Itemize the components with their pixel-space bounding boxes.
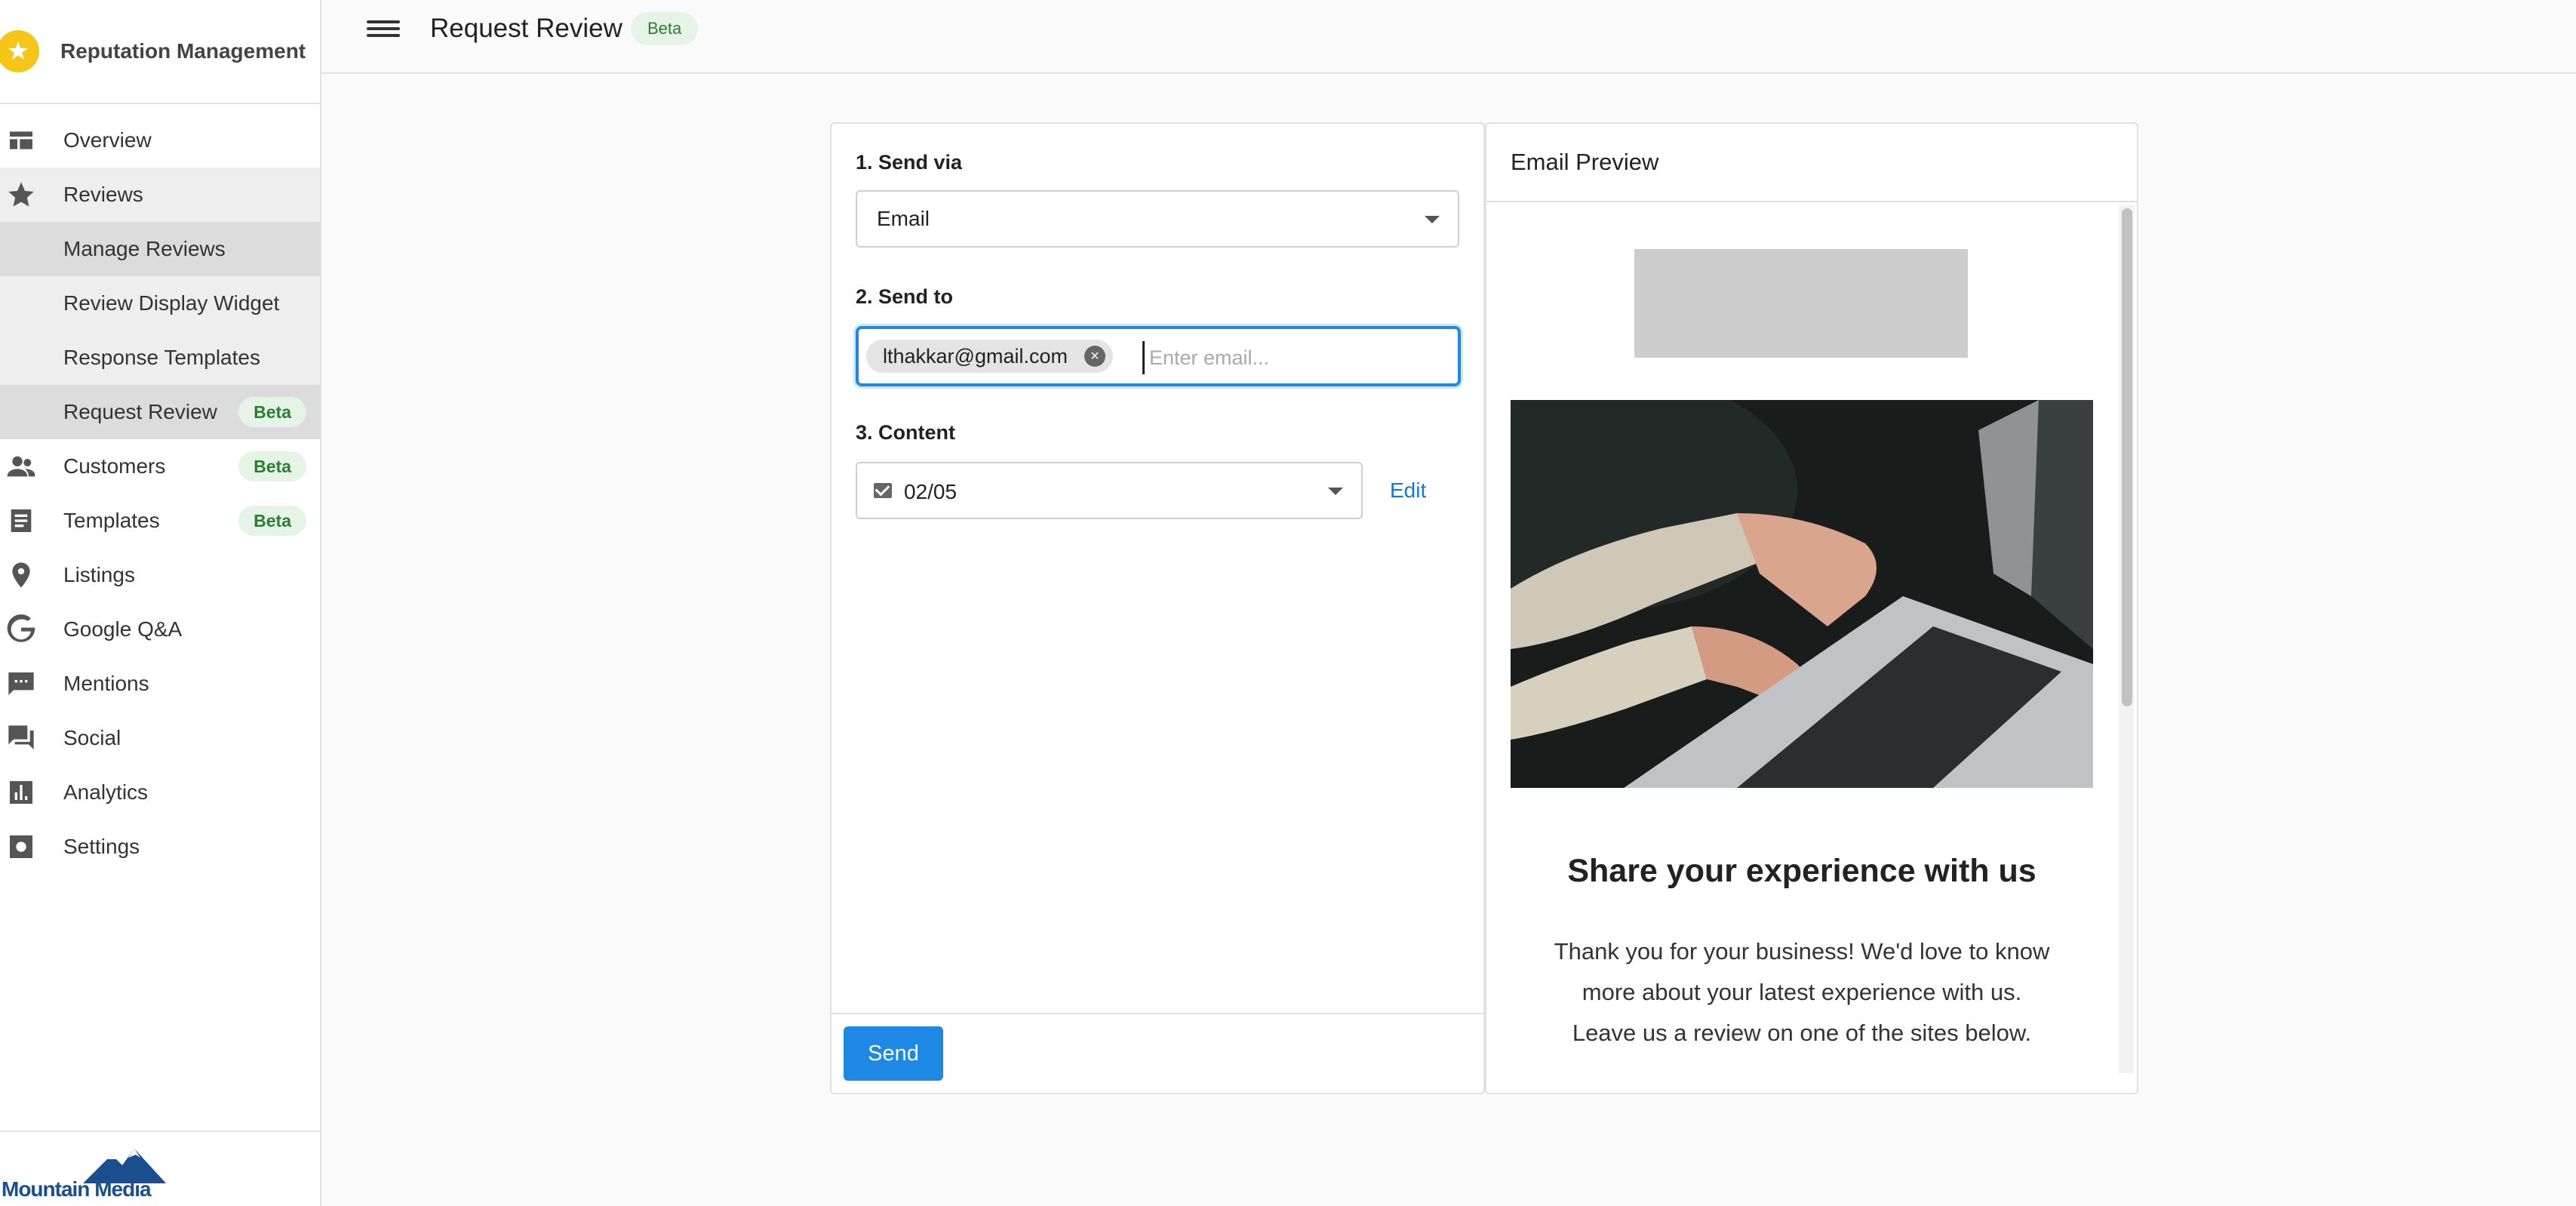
- email-input[interactable]: [1142, 341, 1444, 374]
- hero-image: [1511, 400, 2093, 788]
- chevron-down-icon: [1425, 216, 1440, 223]
- email-body-text: Thank you for your business! We'd love t…: [1554, 938, 2050, 1046]
- sidebar-item-google-qa[interactable]: Google Q&A: [0, 602, 320, 657]
- star-logo-icon: ★: [0, 30, 39, 72]
- sidebar-item-label: Settings: [63, 835, 140, 858]
- sidebar-item-templates[interactable]: Templates Beta: [0, 494, 320, 548]
- sidebar-item-analytics[interactable]: Analytics: [0, 765, 320, 820]
- sidebar-item-response-templates[interactable]: Response Templates: [0, 331, 320, 385]
- recipient-email: lthakkar@gmail.com: [883, 344, 1068, 368]
- beta-badge: Beta: [631, 12, 699, 45]
- sidebar-item-label: Request Review: [63, 400, 217, 423]
- edit-content-link[interactable]: Edit: [1390, 478, 1426, 503]
- sidebar-item-label: Templates: [63, 509, 160, 532]
- sidebar-item-label: Analytics: [63, 780, 149, 804]
- bar-chart-icon: [5, 776, 38, 809]
- laptop-typing-image: [1511, 400, 2093, 788]
- sidebar-item-label: Response Templates: [63, 346, 260, 369]
- sidebar-item-label: Customers: [63, 454, 166, 478]
- sidebar-footer: Mountain Media: [0, 1131, 320, 1206]
- content-select[interactable]: 02/05: [856, 462, 1363, 519]
- sidebar-nav: Overview Reviews Manage Reviews Review D…: [0, 104, 320, 874]
- google-icon: [5, 613, 38, 646]
- location-pin-icon: [5, 558, 38, 592]
- email-preview-panel: Email Preview Share your experience with…: [1485, 122, 2138, 1094]
- sidebar-item-label: Listings: [63, 563, 135, 586]
- sidebar-item-request-review[interactable]: Request Review Beta: [0, 385, 320, 439]
- document-icon: [5, 504, 38, 537]
- sidebar: ★ Reputation Management Overview Reviews…: [0, 0, 321, 1206]
- sidebar-item-label: Overview: [63, 128, 152, 152]
- sidebar-item-settings[interactable]: Settings: [0, 820, 320, 874]
- sidebar-item-social[interactable]: Social: [0, 711, 320, 765]
- brand-header: ★ Reputation Management: [0, 0, 320, 104]
- sidebar-item-review-display-widget[interactable]: Review Display Widget: [0, 276, 320, 331]
- sidebar-item-label: Reviews: [63, 183, 143, 206]
- sidebar-item-label: Manage Reviews: [63, 237, 226, 260]
- send-button[interactable]: Send: [844, 1026, 943, 1081]
- star-icon: [5, 178, 38, 211]
- sidebar-item-label: Mentions: [63, 672, 149, 695]
- sidebar-item-overview[interactable]: Overview: [0, 113, 320, 168]
- email-heading: Share your experience with us: [1567, 853, 2037, 889]
- sidebar-item-manage-reviews[interactable]: Manage Reviews: [0, 222, 320, 276]
- settings-icon: [5, 830, 38, 863]
- page-title: Request Review: [430, 14, 622, 43]
- chat-bubble-icon: [5, 667, 38, 700]
- mail-icon: [874, 483, 892, 498]
- send-via-label: 1. Send via: [856, 151, 963, 174]
- top-bar: Request Review Beta: [321, 0, 2576, 74]
- send-to-field[interactable]: lthakkar@gmail.com ×: [856, 326, 1461, 386]
- preview-title: Email Preview: [1486, 124, 2137, 202]
- chevron-down-icon: [1328, 488, 1343, 495]
- beta-badge: Beta: [238, 506, 306, 536]
- preview-scrollbar-thumb[interactable]: [2122, 208, 2132, 706]
- logo-placeholder: [1634, 249, 1968, 358]
- dashboard-icon: [5, 124, 38, 157]
- sidebar-item-mentions[interactable]: Mentions: [0, 657, 320, 711]
- sidebar-item-label: Google Q&A: [63, 617, 183, 641]
- sidebar-item-listings[interactable]: Listings: [0, 548, 320, 602]
- company-logo: Mountain Media: [2, 1177, 152, 1201]
- sidebar-item-customers[interactable]: Customers Beta: [0, 439, 320, 494]
- content-value: 02/05: [904, 480, 958, 503]
- recipient-chip[interactable]: lthakkar@gmail.com ×: [866, 340, 1113, 373]
- people-icon: [5, 450, 38, 483]
- sidebar-item-label: Review Display Widget: [63, 291, 280, 315]
- beta-badge: Beta: [238, 397, 306, 427]
- send-via-select[interactable]: Email: [856, 190, 1459, 248]
- menu-icon[interactable]: [367, 17, 400, 42]
- app-title: Reputation Management: [60, 39, 306, 63]
- forum-icon: [5, 721, 38, 755]
- preview-body[interactable]: Share your experience with us Thank you …: [1486, 202, 2137, 1085]
- content-label: 3. Content: [856, 421, 955, 444]
- beta-badge: Beta: [238, 451, 306, 481]
- sidebar-item-label: Social: [63, 726, 121, 749]
- send-to-label: 2. Send to: [856, 285, 954, 308]
- form-footer: Send: [832, 1013, 1483, 1093]
- sidebar-item-reviews[interactable]: Reviews: [0, 168, 320, 222]
- remove-chip-icon[interactable]: ×: [1084, 346, 1105, 367]
- request-review-form: 1. Send via Email 2. Send to lthakkar@gm…: [830, 122, 1485, 1094]
- send-via-value: Email: [877, 207, 930, 230]
